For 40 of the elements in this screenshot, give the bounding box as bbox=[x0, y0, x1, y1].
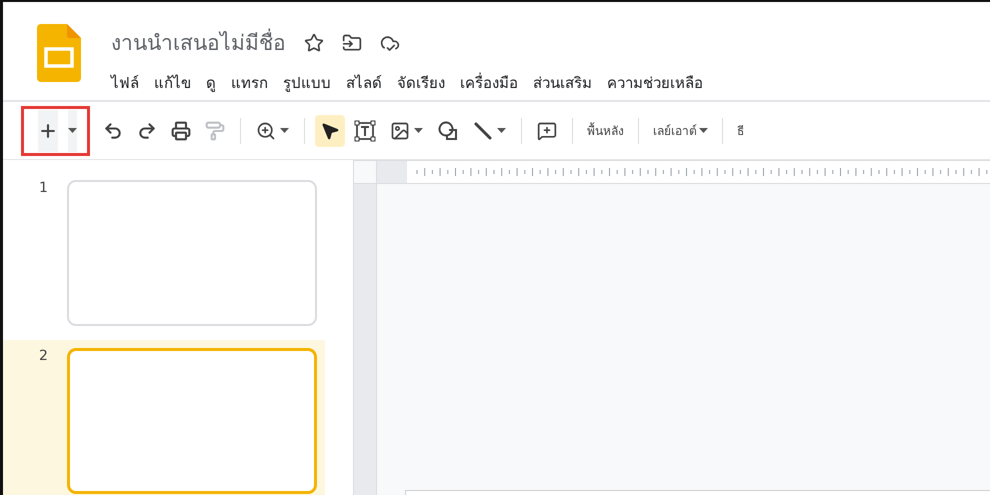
add-comment-icon bbox=[537, 120, 557, 140]
caret-icon bbox=[414, 128, 423, 133]
slide-thumbnail[interactable] bbox=[67, 180, 317, 326]
menu-item[interactable]: แทรก bbox=[231, 69, 268, 97]
new-slide-button[interactable] bbox=[21, 106, 90, 156]
caret-icon bbox=[497, 128, 506, 133]
document-title[interactable]: งานนำเสนอไม่มีชื่อ bbox=[111, 26, 286, 59]
move-folder-icon[interactable] bbox=[342, 32, 362, 52]
menu-item[interactable]: แก้ไข bbox=[154, 69, 191, 97]
slide-thumbnail[interactable] bbox=[67, 348, 317, 494]
image-icon bbox=[390, 120, 410, 140]
star-icon[interactable] bbox=[304, 32, 324, 52]
menu-item[interactable]: ดู bbox=[206, 69, 216, 97]
paint-roller-icon bbox=[205, 120, 225, 140]
toolbar-text-button[interactable]: พื้นหลัง bbox=[583, 116, 628, 146]
menu-item[interactable]: จัดเรียง bbox=[397, 69, 445, 97]
zoom-in-icon bbox=[256, 120, 276, 140]
slide-row[interactable]: 1 bbox=[3, 172, 325, 332]
printer-icon bbox=[171, 120, 191, 140]
slide-number: 2 bbox=[39, 348, 49, 366]
text-box-icon bbox=[354, 120, 376, 142]
caret-icon bbox=[699, 128, 708, 133]
menu-item[interactable]: ไฟล์ bbox=[111, 69, 139, 97]
menu-item[interactable]: สไลด์ bbox=[346, 69, 382, 97]
line-icon bbox=[473, 120, 493, 140]
undo-icon bbox=[103, 120, 123, 140]
caret-icon bbox=[280, 128, 289, 133]
menu-item[interactable]: รูปแบบ bbox=[283, 69, 331, 97]
slide-number: 1 bbox=[39, 180, 49, 198]
toolbar-text-button[interactable]: เลย์เอาต์ bbox=[649, 116, 712, 146]
slide-row[interactable]: 2 bbox=[3, 340, 325, 495]
redo-icon bbox=[137, 120, 157, 140]
select-tool-button[interactable] bbox=[315, 114, 345, 146]
menu-item[interactable]: ความช่วยเหลือ bbox=[607, 69, 703, 97]
menu-item[interactable]: ส่วนเสริม bbox=[533, 69, 592, 97]
shapes-icon bbox=[437, 120, 459, 142]
menu-item[interactable]: เครื่องมือ bbox=[460, 69, 518, 97]
toolbar-text-button[interactable]: ธี bbox=[733, 116, 748, 146]
pointer-icon bbox=[320, 120, 340, 140]
caret-icon bbox=[68, 128, 77, 133]
